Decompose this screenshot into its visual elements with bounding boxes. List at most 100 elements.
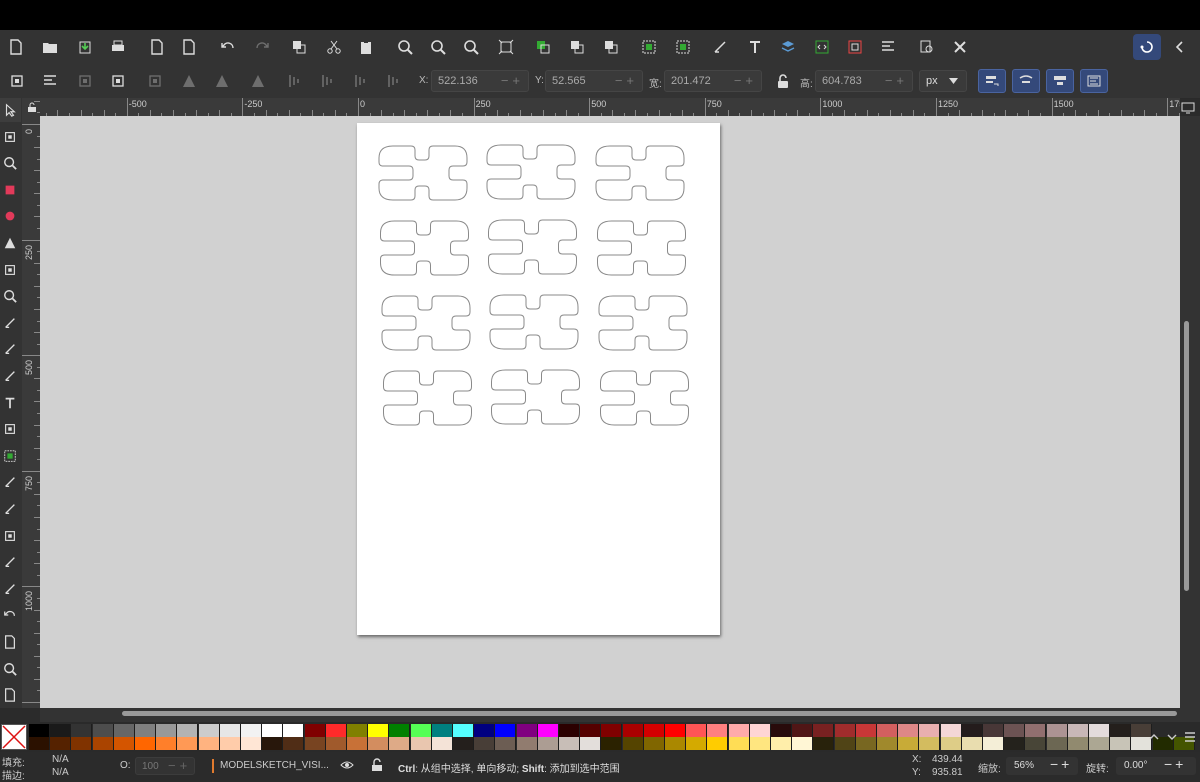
height-stepper[interactable]: −+ [885, 73, 908, 88]
palette-swatch[interactable] [304, 724, 326, 737]
palette-swatch[interactable] [1025, 724, 1047, 737]
palette-swatch[interactable] [29, 737, 50, 750]
scale-corners-button[interactable] [1012, 69, 1040, 93]
puzzle-piece-shape[interactable] [489, 294, 579, 350]
palette-swatch[interactable] [601, 724, 623, 737]
select-all-layers-button[interactable] [38, 69, 62, 93]
palette-swatch[interactable] [113, 737, 135, 750]
lock-ratio-button[interactable] [771, 69, 795, 93]
palette-swatch[interactable] [1004, 724, 1026, 737]
document-properties-button[interactable] [876, 35, 900, 59]
y-stepper[interactable]: −+ [615, 73, 638, 88]
spiral-tool-button[interactable] [0, 284, 21, 308]
palette-swatch[interactable] [898, 737, 920, 750]
palette-swatch[interactable] [347, 737, 368, 750]
palette-swatch[interactable] [665, 737, 686, 750]
palette-swatch[interactable] [559, 724, 580, 737]
puzzle-piece-shape[interactable] [600, 370, 689, 426]
toggle-panel-icon[interactable] [1181, 101, 1195, 114]
lpe-tool-button[interactable] [0, 683, 21, 707]
rotate-90-ccw-button[interactable] [106, 69, 130, 93]
width-stepper[interactable]: −+ [734, 73, 757, 88]
palette-swatch[interactable] [559, 737, 580, 750]
snap-toggle-button[interactable] [1133, 34, 1161, 60]
unlink-clone-button[interactable] [599, 35, 623, 59]
scale-stroke-button[interactable] [978, 69, 1006, 93]
ruler-lock-icon[interactable] [26, 100, 38, 112]
palette-swatch[interactable] [198, 724, 220, 737]
palette-swatch[interactable] [135, 724, 156, 737]
palette-swatch[interactable] [1025, 737, 1047, 750]
puzzle-piece-shape[interactable] [488, 219, 577, 275]
rotate-stepper[interactable]: −+ [1164, 756, 1186, 772]
palette-swatch[interactable] [516, 724, 538, 737]
palette-swatch[interactable] [855, 724, 877, 737]
palette-swatch[interactable] [431, 724, 453, 737]
clone-button[interactable] [565, 35, 589, 59]
palette-swatch[interactable] [771, 737, 792, 750]
palette-swatch[interactable] [707, 724, 729, 737]
puzzle-piece-shape[interactable] [491, 369, 580, 425]
open-button[interactable] [38, 35, 62, 59]
puzzle-piece-shape[interactable] [380, 220, 469, 276]
puzzle-piece-shape[interactable] [595, 145, 685, 201]
palette-swatch[interactable] [113, 724, 135, 737]
palette-swatch[interactable] [241, 737, 262, 750]
paint-bucket-tool-button[interactable] [0, 497, 21, 521]
palette-swatch[interactable] [262, 737, 284, 750]
measure-tool-button[interactable] [0, 577, 21, 601]
palette-menu-button[interactable] [1184, 730, 1196, 742]
height-field[interactable]: 604.783 −+ [815, 70, 913, 92]
x-stepper[interactable]: −+ [501, 73, 524, 88]
palette-swatch[interactable] [983, 724, 1004, 737]
snap-menu-button[interactable] [1168, 34, 1192, 60]
move-patterns-button[interactable] [1080, 69, 1108, 93]
palette-swatch[interactable] [877, 737, 898, 750]
palette-swatch[interactable] [177, 737, 199, 750]
palette-swatch[interactable] [1067, 737, 1089, 750]
palette-swatch[interactable] [834, 724, 856, 737]
palette-scroll-up[interactable] [1148, 730, 1160, 742]
palette-swatch[interactable] [1089, 737, 1110, 750]
palette-swatch[interactable] [940, 724, 962, 737]
flip-vertical-button[interactable] [210, 69, 234, 93]
lower-button[interactable] [315, 69, 339, 93]
zoom-fit-button[interactable] [494, 35, 518, 59]
palette-swatch[interactable] [749, 737, 771, 750]
text-font-button[interactable] [743, 35, 767, 59]
undo-button[interactable] [216, 35, 240, 59]
palette-swatch[interactable] [961, 724, 983, 737]
move-gradients-button[interactable] [1046, 69, 1074, 93]
palette-swatch[interactable] [389, 737, 411, 750]
new-document-button[interactable] [4, 35, 28, 59]
palette-swatch[interactable] [580, 737, 602, 750]
select-all-button[interactable] [5, 69, 29, 93]
puzzle-piece-shape[interactable] [486, 144, 576, 200]
palette-swatch[interactable] [325, 724, 347, 737]
palette-swatch[interactable] [198, 737, 220, 750]
palette-swatch[interactable] [813, 737, 835, 750]
palette-swatch[interactable] [771, 724, 792, 737]
palette-swatch[interactable] [686, 724, 708, 737]
palette-swatch[interactable] [834, 737, 856, 750]
palette-swatch[interactable] [1046, 724, 1068, 737]
palette-swatch[interactable] [135, 737, 156, 750]
raise-to-top-button[interactable] [246, 69, 270, 93]
palette-swatch[interactable] [156, 724, 178, 737]
zoom-page-button[interactable] [459, 35, 483, 59]
palette-swatch[interactable] [71, 724, 93, 737]
pen-tool-button[interactable] [0, 337, 21, 361]
lower-to-bottom-button[interactable] [348, 69, 372, 93]
star-tool-button[interactable] [0, 231, 21, 255]
current-layer[interactable]: MODELSKETCH_VISI... [220, 760, 329, 771]
drawing[interactable] [357, 123, 720, 635]
vertical-scroll-thumb[interactable] [1184, 321, 1189, 591]
palette-swatch[interactable] [262, 724, 284, 737]
puzzle-piece-shape[interactable] [598, 295, 688, 351]
palette-swatch[interactable] [453, 724, 474, 737]
palette-swatch[interactable] [749, 724, 771, 737]
palette-swatch[interactable] [474, 737, 496, 750]
cut-button[interactable] [322, 35, 346, 59]
gradient-tool-button[interactable] [0, 417, 21, 441]
pages-tool-button[interactable] [0, 630, 21, 654]
